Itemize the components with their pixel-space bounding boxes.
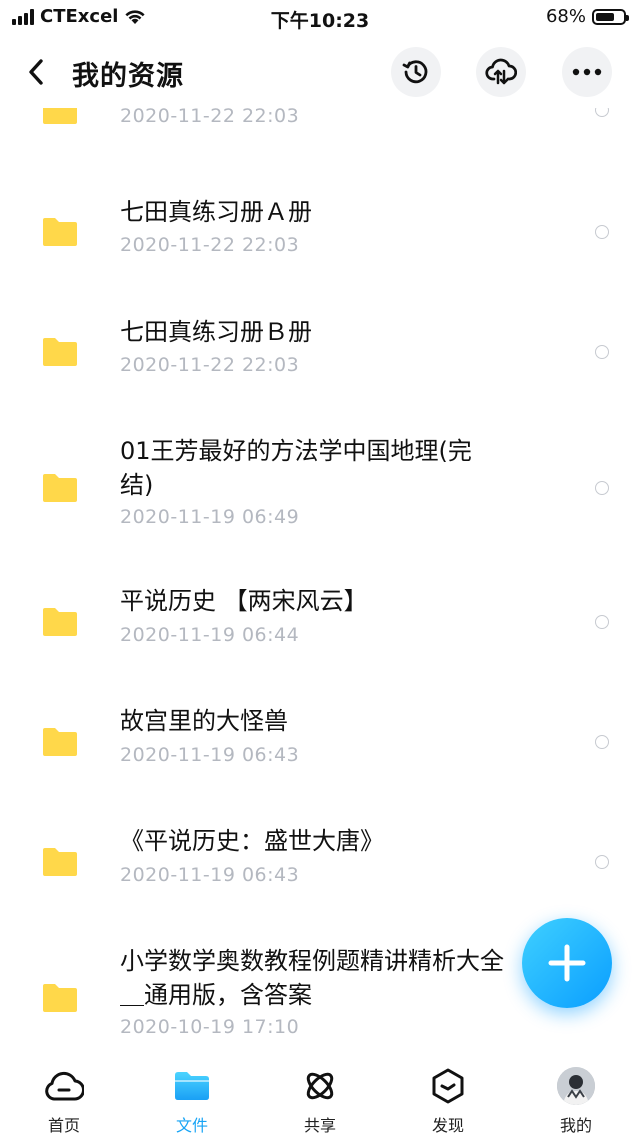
nav-item-discover[interactable]: 发现	[384, 1054, 512, 1138]
history-icon	[402, 60, 428, 84]
file-date: 2020-11-19 06:43	[120, 864, 300, 886]
list-item[interactable]: 故宫里的大怪兽 2020-11-19 06:43	[0, 680, 640, 800]
clock: 下午10:23	[270, 10, 370, 32]
file-name: 《平说历史：盛世大唐》	[120, 827, 384, 855]
file-list[interactable]: 2020-11-22 22:03 七田真练习册Ａ册 2020-11-22 22:…	[0, 108, 640, 1054]
file-date: 2020-11-22 22:03	[120, 108, 300, 127]
select-radio[interactable]	[595, 345, 609, 359]
back-arrow-icon	[29, 59, 43, 85]
list-item[interactable]: 七田真练习册Ｂ册 2020-11-22 22:03	[0, 290, 640, 410]
file-date: 2020-11-22 22:03	[120, 354, 300, 376]
folder-icon	[43, 218, 77, 246]
nav-label-home: 首页	[47, 1116, 80, 1135]
cloud-sync-button[interactable]	[476, 47, 526, 97]
folder-icon	[43, 728, 77, 756]
battery-icon	[592, 8, 629, 25]
file-date: 2020-11-19 06:49	[120, 506, 300, 528]
orbit-share-icon	[300, 1066, 340, 1106]
nav-item-me[interactable]: 我的	[512, 1054, 640, 1138]
more-button[interactable]	[562, 47, 612, 97]
folder-icon	[43, 338, 77, 366]
nav-item-files[interactable]: 文件	[128, 1054, 256, 1138]
list-item[interactable]: 01王芳最好的方法学中国地理(完结) 2020-11-19 06:49	[0, 410, 640, 560]
history-button[interactable]	[391, 47, 441, 97]
file-date: 2020-11-19 06:43	[120, 744, 300, 766]
nav-label-discover: 发现	[431, 1116, 464, 1135]
select-radio[interactable]	[595, 615, 609, 629]
select-radio[interactable]	[595, 481, 609, 495]
cloud-sync-icon	[485, 58, 517, 85]
nav-label-share: 共享	[303, 1116, 336, 1135]
folder-icon	[43, 848, 77, 876]
folder-icon	[43, 608, 77, 636]
file-name: 平说历史 【两宋风云】	[120, 587, 368, 615]
select-radio[interactable]	[595, 108, 609, 117]
file-date: 2020-11-19 06:44	[120, 624, 300, 646]
nav-item-share[interactable]: 共享	[256, 1054, 384, 1138]
folder-icon	[43, 108, 77, 124]
avatar-wrap	[556, 1066, 596, 1106]
status-right: 68%	[545, 6, 629, 27]
cloud-home-icon	[44, 1066, 84, 1106]
back-button[interactable]	[18, 50, 54, 94]
folder-icon	[43, 474, 77, 502]
status-bar: CTExcel 下午10:23 68%	[0, 0, 640, 36]
file-name: 七田真练习册Ａ册	[120, 198, 312, 226]
nav-label-me: 我的	[559, 1116, 592, 1135]
nav-label-files: 文件	[175, 1116, 208, 1135]
list-item[interactable]: 2020-11-22 22:03	[0, 108, 640, 170]
battery-level	[596, 12, 614, 21]
list-item[interactable]: 平说历史 【两宋风云】 2020-11-19 06:44	[0, 560, 640, 680]
plus-icon	[548, 944, 586, 982]
nav-item-home[interactable]: 首页	[0, 1054, 128, 1138]
file-date: 2020-11-22 22:03	[120, 234, 300, 256]
more-icon	[572, 68, 602, 76]
battery-percent: 68%	[545, 6, 586, 27]
file-name: 小学数学奥数教程例题精讲精析大全＿通用版，含答案	[120, 947, 504, 1009]
file-name: 故宫里的大怪兽	[120, 707, 288, 735]
bottom-nav: 首页 文件 共享 发现 我的	[0, 1054, 640, 1138]
app-header: 我的资源	[0, 36, 640, 108]
file-date: 2020-10-19 17:10	[120, 1016, 300, 1038]
list-item[interactable]: 七田真练习册Ａ册 2020-11-22 22:03	[0, 170, 640, 290]
select-radio[interactable]	[595, 735, 609, 749]
avatar	[557, 1067, 595, 1105]
file-name: 01王芳最好的方法学中国地理(完结)	[120, 437, 472, 499]
select-radio[interactable]	[595, 855, 609, 869]
folder-icon	[43, 984, 77, 1012]
page-title: 我的资源	[72, 61, 184, 92]
file-name: 七田真练习册Ｂ册	[120, 318, 312, 346]
discover-box-icon	[428, 1066, 468, 1106]
list-item[interactable]: 《平说历史：盛世大唐》 2020-11-19 06:43	[0, 800, 640, 920]
select-radio[interactable]	[595, 225, 609, 239]
add-button[interactable]	[522, 918, 612, 1008]
folder-icon	[172, 1066, 212, 1106]
